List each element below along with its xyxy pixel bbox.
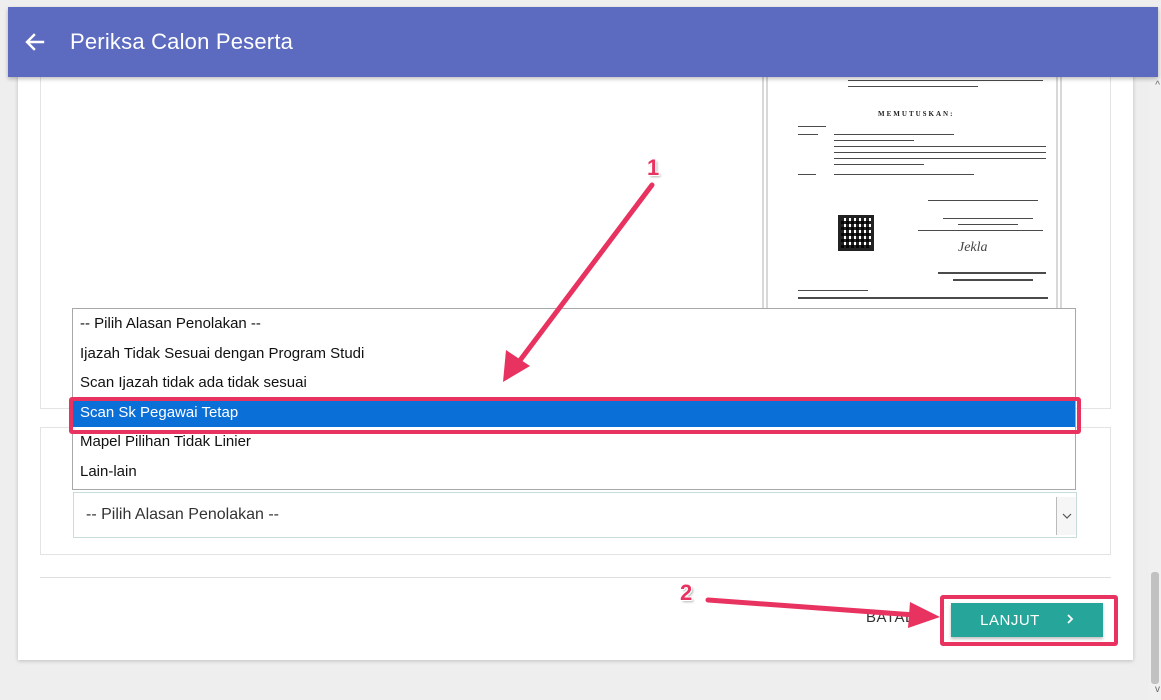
option-highlight-annotation	[69, 397, 1081, 434]
document-scan-image: MEMUTUSKAN: Jekla	[762, 60, 1062, 308]
dropdown-option[interactable]: Ijazah Tidak Sesuai dengan Program Studi	[73, 339, 1075, 369]
next-button-highlight-annotation	[940, 595, 1118, 646]
scroll-up-icon[interactable]: ^	[1155, 80, 1160, 91]
dropdown-option[interactable]: Lain-lain	[73, 457, 1075, 487]
annotation-step-1: 1	[647, 155, 660, 180]
chevron-down-icon[interactable]	[1056, 497, 1076, 535]
cancel-button[interactable]: BATAL	[866, 609, 914, 626]
reason-select[interactable]: -- Pilih Alasan Penolakan --	[73, 492, 1077, 538]
scrollbar-thumb[interactable]	[1151, 572, 1159, 684]
scroll-down-icon[interactable]: v	[1155, 684, 1160, 695]
select-value: -- Pilih Alasan Penolakan --	[86, 506, 279, 523]
page-title: Periksa Calon Peserta	[70, 29, 294, 54]
annotation-step-2: 2	[680, 580, 693, 605]
dropdown-option[interactable]: -- Pilih Alasan Penolakan --	[73, 309, 1075, 339]
divider	[40, 577, 1111, 578]
arrow-left-icon[interactable]	[24, 31, 46, 53]
dropdown-option[interactable]: Scan Ijazah tidak ada tidak sesuai	[73, 368, 1075, 398]
app-header: Periksa Calon Peserta	[8, 7, 1158, 77]
